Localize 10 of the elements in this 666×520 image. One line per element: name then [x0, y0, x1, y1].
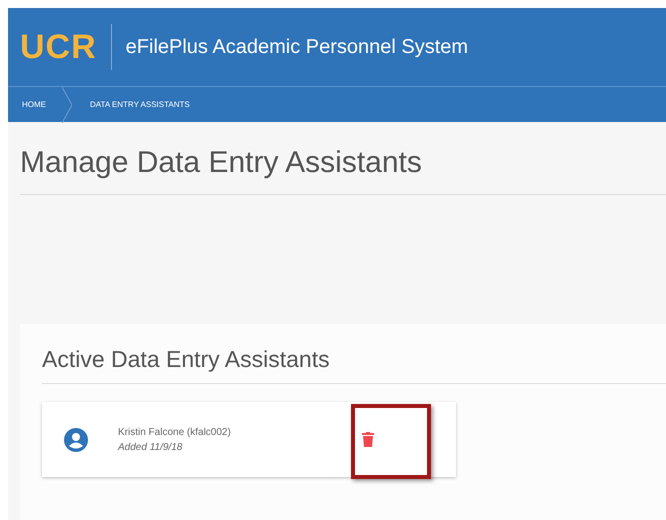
app-title: eFilePlus Academic Personnel System — [126, 36, 468, 58]
assistant-name: Kristin Falcone (kfalc002) — [118, 426, 232, 438]
page-title: Manage Data Entry Assistants — [20, 122, 666, 195]
logo: UCR — [20, 24, 112, 70]
chevron-icon — [62, 86, 72, 122]
breadcrumb-link[interactable]: HOME — [22, 100, 46, 109]
breadcrumb-link[interactable]: DATA ENTRY ASSISTANTS — [90, 100, 190, 109]
added-date: Added 11/9/18 — [118, 442, 184, 452]
section-title: Active Data Entry Assistants — [42, 346, 666, 384]
user-icon — [64, 428, 88, 452]
